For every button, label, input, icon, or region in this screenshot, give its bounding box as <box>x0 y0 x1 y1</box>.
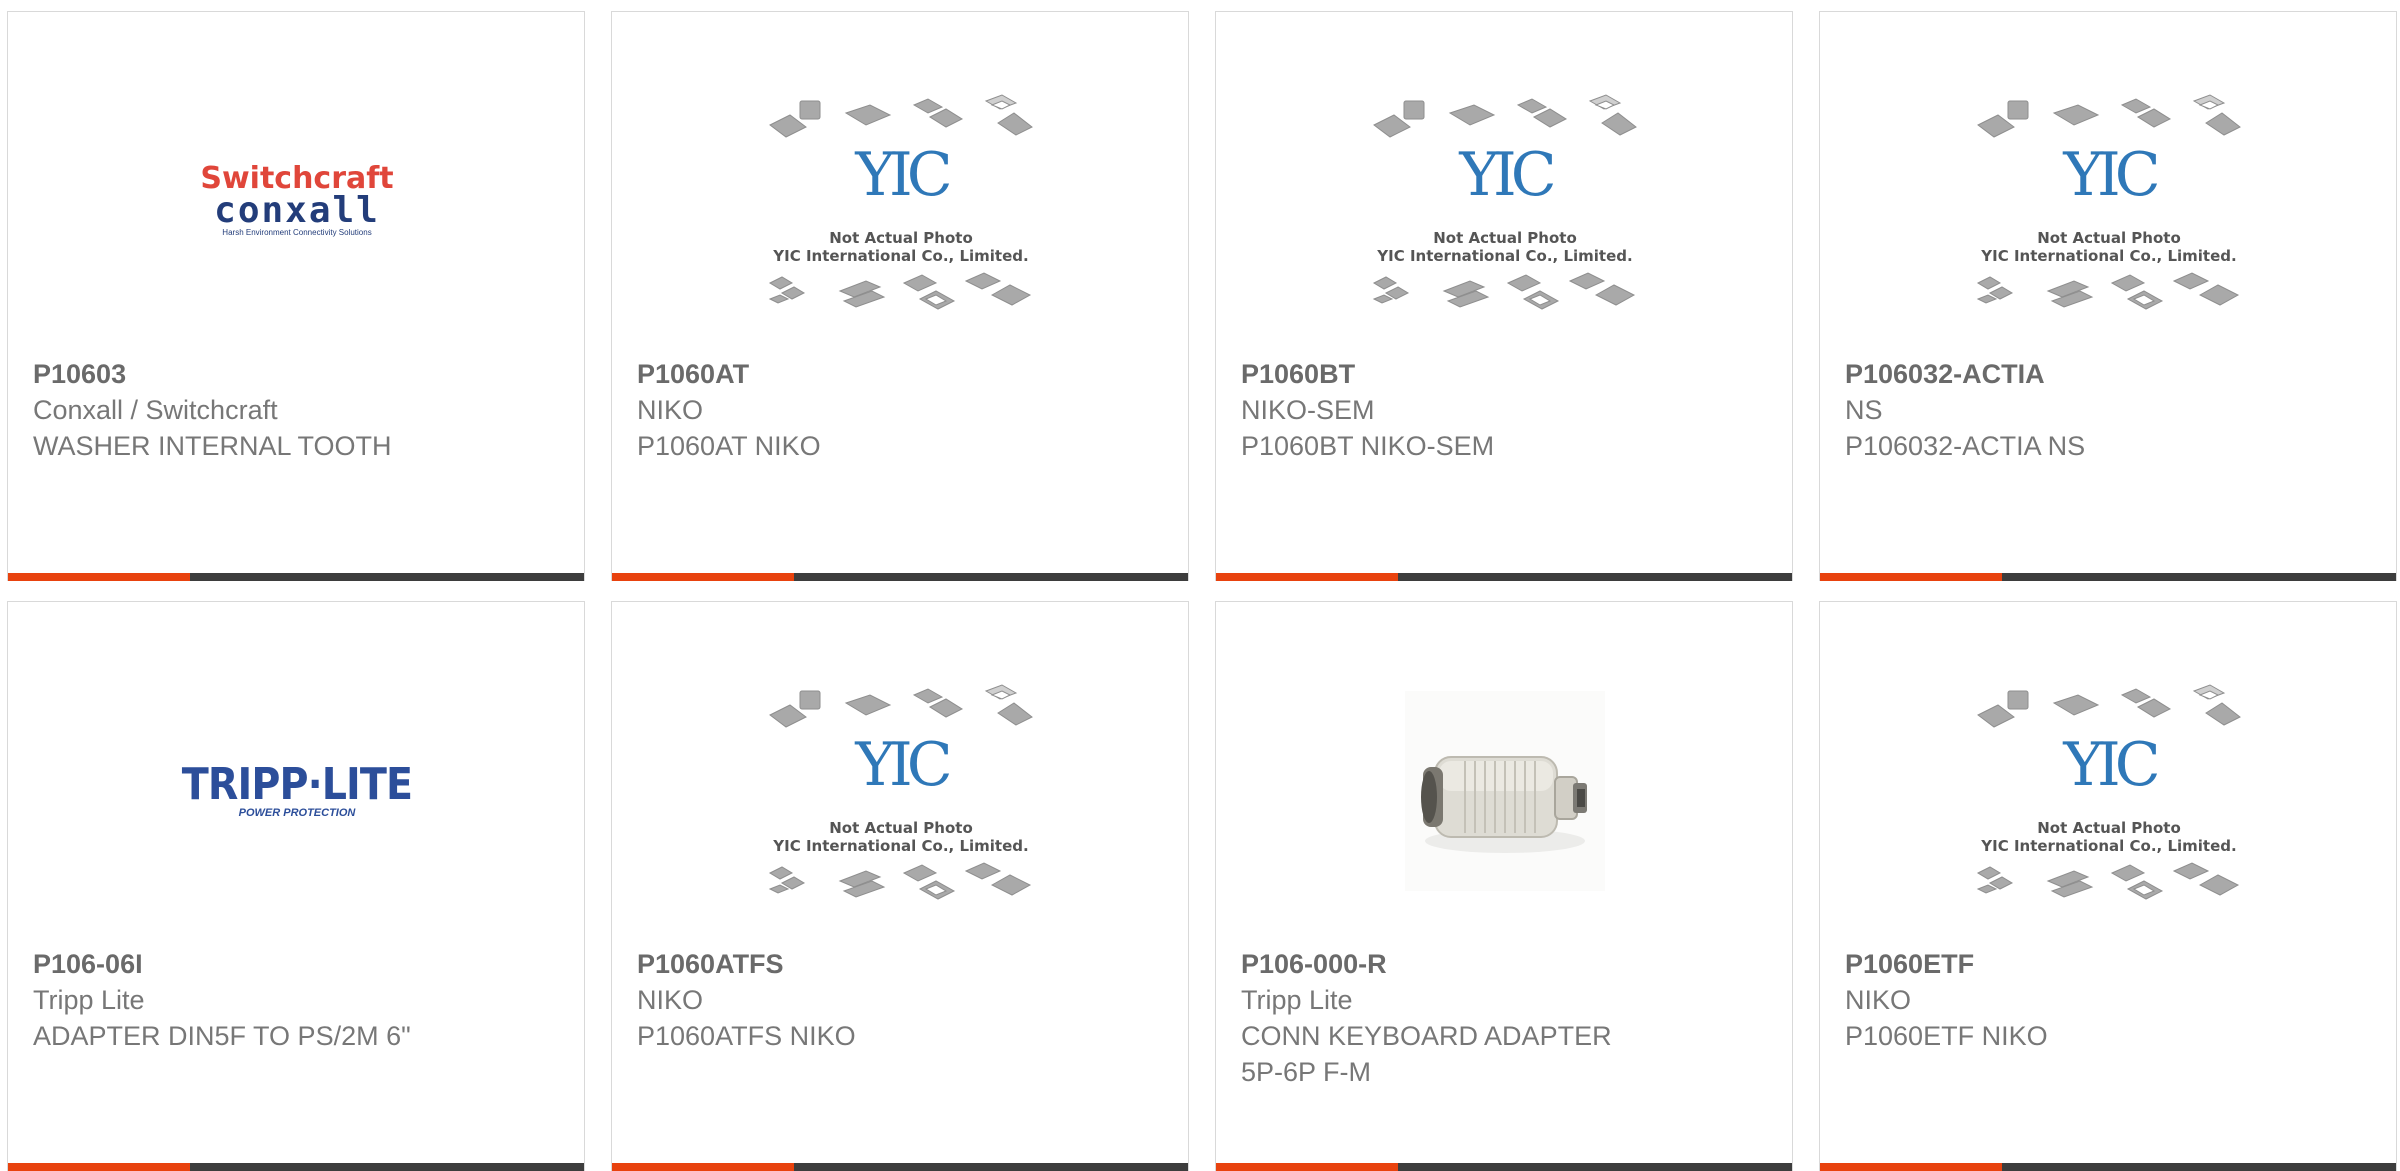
photo-disclaimer: Not Actual Photo YIC International Co., L… <box>766 819 1036 855</box>
disclaimer-line: Not Actual Photo <box>1433 229 1577 247</box>
card-bottom-bar <box>1216 573 1792 581</box>
product-card[interactable]: YIC Not Actual Photo YIC International Co.… <box>611 601 1189 1171</box>
part-number[interactable]: P10603 <box>33 356 564 392</box>
card-accent <box>612 573 794 581</box>
tripp-lite-logo: TRIPP·LITE POWER PROTECTION <box>169 759 425 820</box>
card-accent <box>1216 573 1398 581</box>
placeholder-photo: YIC Not Actual Photo YIC International Co.… <box>1974 677 2244 905</box>
photo-disclaimer: Not Actual Photo YIC International Co., L… <box>766 229 1036 265</box>
placeholder-photo: YIC Not Actual Photo YIC International Co.… <box>1370 87 1640 315</box>
product-image[interactable]: Switchcraft conxall Harsh Environment Co… <box>148 92 446 310</box>
disclaimer-line: Not Actual Photo <box>829 229 973 247</box>
description: WASHER INTERNAL TOOTH <box>33 431 392 461</box>
disclaimer-line: YIC International Co., Limited. <box>773 837 1029 855</box>
logo-line: TRIPP·LITE <box>181 759 413 810</box>
part-number[interactable]: P1060ATFS <box>637 946 1168 982</box>
card-accent <box>1820 1163 2002 1171</box>
switchcraft-conxall-logo: Switchcraft conxall Harsh Environment Co… <box>200 164 393 238</box>
description: P1060ETF NIKO <box>1845 1021 2048 1051</box>
photo-disclaimer: Not Actual Photo YIC International Co., L… <box>1370 229 1640 265</box>
yic-logo: YIC <box>2063 140 2160 210</box>
card-accent <box>1216 1163 1398 1171</box>
card-accent <box>612 1163 794 1171</box>
yic-logo: YIC <box>2063 730 2160 800</box>
product-card[interactable]: YIC Not Actual Photo YIC International Co.… <box>1215 11 1793 581</box>
manufacturer: NIKO <box>637 395 704 425</box>
manufacturer: Tripp Lite <box>33 985 145 1015</box>
product-info: P10603 Conxall / Switchcraft WASHER INTE… <box>33 356 564 464</box>
product-image[interactable] <box>1356 682 1654 900</box>
yic-logo: YIC <box>1459 140 1556 210</box>
part-number[interactable]: P106-06I <box>33 946 564 982</box>
description: CONN KEYBOARD ADAPTER 5P-6P F-M <box>1241 1021 1612 1087</box>
placeholder-photo: YIC Not Actual Photo YIC International Co.… <box>766 87 1036 315</box>
card-bottom-bar <box>612 1163 1188 1171</box>
disclaimer-line: Not Actual Photo <box>829 819 973 837</box>
product-image[interactable]: YIC Not Actual Photo YIC International Co.… <box>1356 92 1654 310</box>
manufacturer: NIKO <box>637 985 704 1015</box>
placeholder-photo: YIC Not Actual Photo YIC International Co.… <box>766 677 1036 905</box>
part-number[interactable]: P106032-ACTIA <box>1845 356 2376 392</box>
keyboard-adapter-photo <box>1405 691 1605 891</box>
product-grid: Switchcraft conxall Harsh Environment Co… <box>0 0 2400 1171</box>
card-accent <box>8 1163 190 1171</box>
description: P1060ATFS NIKO <box>637 1021 856 1051</box>
card-bottom-bar <box>1216 1163 1792 1171</box>
card-accent <box>1820 573 2002 581</box>
product-card[interactable]: P106-000-R Tripp Lite CONN KEYBOARD ADAP… <box>1215 601 1793 1171</box>
manufacturer: Conxall / Switchcraft <box>33 395 278 425</box>
product-card[interactable]: YIC Not Actual Photo YIC International Co.… <box>611 11 1189 581</box>
product-card[interactable]: YIC Not Actual Photo YIC International Co.… <box>1819 601 2397 1171</box>
disclaimer-line: Not Actual Photo <box>2037 819 2181 837</box>
card-accent <box>8 573 190 581</box>
card-bottom-bar <box>8 573 584 581</box>
product-info: P1060ETF NIKO P1060ETF NIKO <box>1845 946 2376 1054</box>
product-info: P1060BT NIKO-SEM P1060BT NIKO-SEM <box>1241 356 1772 464</box>
manufacturer: NIKO <box>1845 985 1912 1015</box>
description: ADAPTER DIN5F TO PS/2M 6" <box>33 1021 411 1051</box>
product-image[interactable]: YIC Not Actual Photo YIC International Co.… <box>752 682 1050 900</box>
card-bottom-bar <box>1820 573 2396 581</box>
product-image[interactable]: YIC Not Actual Photo YIC International Co.… <box>752 92 1050 310</box>
description: P106032-ACTIA NS <box>1845 431 2086 461</box>
logo-tagline: Harsh Environment Connectivity Solutions <box>222 228 372 237</box>
product-image[interactable]: YIC Not Actual Photo YIC International Co.… <box>1960 92 2258 310</box>
product-card[interactable]: TRIPP·LITE POWER PROTECTION P106-06I Tri… <box>7 601 585 1171</box>
disclaimer-line: YIC International Co., Limited. <box>773 247 1029 265</box>
product-info: P1060AT NIKO P1060AT NIKO <box>637 356 1168 464</box>
disclaimer-line: Not Actual Photo <box>2037 229 2181 247</box>
description: P1060BT NIKO-SEM <box>1241 431 1495 461</box>
product-info: P106032-ACTIA NS P106032-ACTIA NS <box>1845 356 2376 464</box>
yic-logo: YIC <box>855 140 952 210</box>
disclaimer-line: YIC International Co., Limited. <box>1377 247 1633 265</box>
product-image[interactable]: TRIPP·LITE POWER PROTECTION <box>148 682 446 900</box>
part-number[interactable]: P106-000-R <box>1241 946 1772 982</box>
photo-disclaimer: Not Actual Photo YIC International Co., L… <box>1974 819 2244 855</box>
card-bottom-bar <box>8 1163 584 1171</box>
product-card[interactable]: Switchcraft conxall Harsh Environment Co… <box>7 11 585 581</box>
description: P1060AT NIKO <box>637 431 821 461</box>
product-info: P106-06I Tripp Lite ADAPTER DIN5F TO PS/… <box>33 946 564 1054</box>
card-bottom-bar <box>1820 1163 2396 1171</box>
logo-line: conxall <box>214 190 380 231</box>
product-info: P106-000-R Tripp Lite CONN KEYBOARD ADAP… <box>1241 946 1772 1090</box>
part-number[interactable]: P1060ETF <box>1845 946 2376 982</box>
disclaimer-line: YIC International Co., Limited. <box>1981 247 2237 265</box>
placeholder-photo: YIC Not Actual Photo YIC International Co.… <box>1974 87 2244 315</box>
photo-disclaimer: Not Actual Photo YIC International Co., L… <box>1974 229 2244 265</box>
manufacturer: NS <box>1845 395 1883 425</box>
product-info: P1060ATFS NIKO P1060ATFS NIKO <box>637 946 1168 1054</box>
disclaimer-line: YIC International Co., Limited. <box>1981 837 2237 855</box>
part-number[interactable]: P1060BT <box>1241 356 1772 392</box>
manufacturer: Tripp Lite <box>1241 985 1353 1015</box>
part-number[interactable]: P1060AT <box>637 356 1168 392</box>
card-bottom-bar <box>612 573 1188 581</box>
yic-logo: YIC <box>855 730 952 800</box>
product-image[interactable]: YIC Not Actual Photo YIC International Co.… <box>1960 682 2258 900</box>
product-card[interactable]: YIC Not Actual Photo YIC International Co.… <box>1819 11 2397 581</box>
manufacturer: NIKO-SEM <box>1241 395 1375 425</box>
